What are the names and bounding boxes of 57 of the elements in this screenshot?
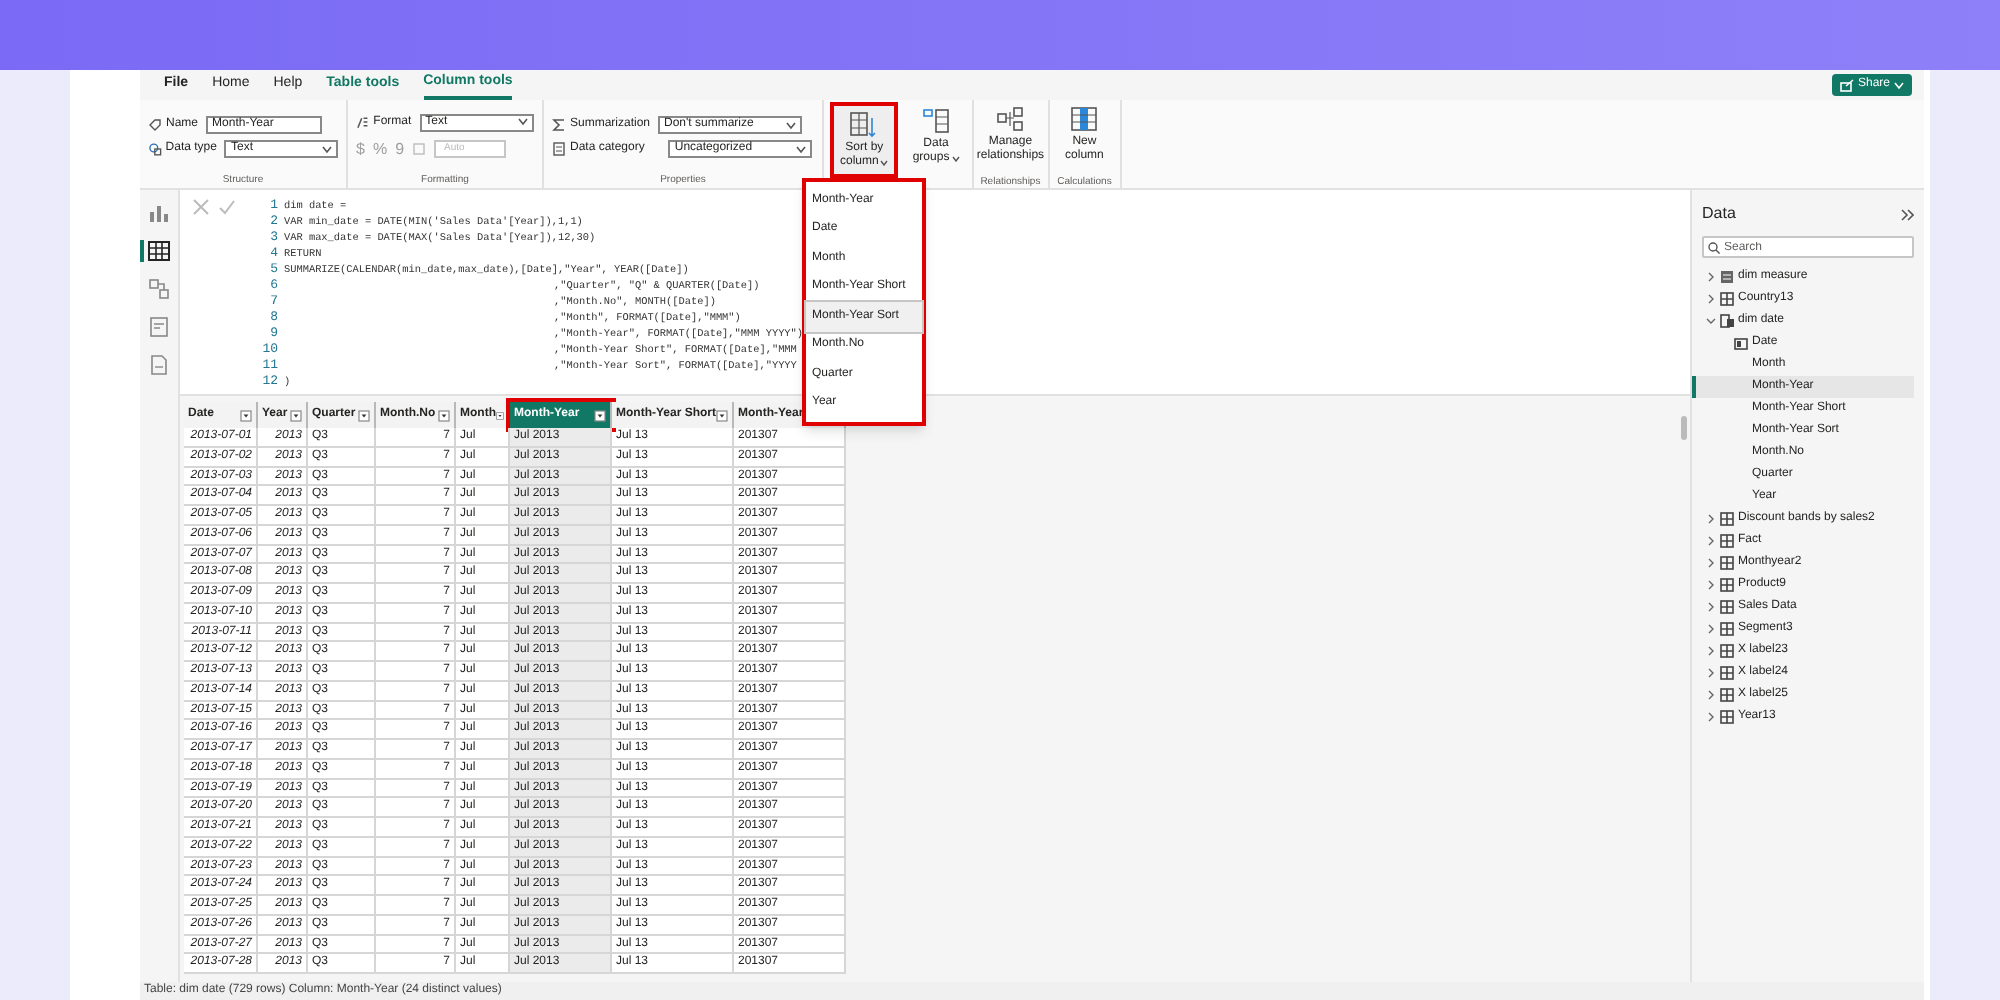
table-icon: [1720, 534, 1734, 548]
share-icon: [1839, 78, 1854, 92]
table-icon: [1720, 600, 1734, 614]
filter-dropdown-icon[interactable]: [496, 409, 504, 421]
tag-icon: [148, 118, 162, 132]
chevron-right-icon[interactable]: [1706, 602, 1716, 612]
chevron-right-icon[interactable]: [1706, 558, 1716, 568]
table-icon: [1720, 578, 1734, 592]
filter-dropdown-icon[interactable]: [716, 409, 728, 421]
category-icon: [552, 142, 566, 156]
pane-title: Data: [1702, 202, 1736, 226]
collapse-pane-icon[interactable]: [1900, 207, 1914, 221]
calendar-table-icon: [1720, 314, 1734, 328]
table-icon: [1720, 666, 1734, 680]
filter-dropdown-icon[interactable]: [358, 409, 370, 421]
chevron-down-icon: [1894, 81, 1904, 89]
filter-dropdown-icon[interactable]: [240, 409, 252, 421]
chevron-down-icon[interactable]: [1706, 316, 1716, 326]
data-type-icon: [148, 142, 162, 156]
chevron-right-icon[interactable]: [1706, 646, 1716, 656]
calculator-icon: [1720, 270, 1734, 284]
scrollbar-thumb[interactable]: [1680, 416, 1688, 440]
chevron-right-icon[interactable]: [1706, 272, 1716, 282]
filter-dropdown-icon[interactable]: [594, 409, 606, 421]
table-icon: [1720, 644, 1734, 658]
filter-dropdown-icon[interactable]: [438, 409, 450, 421]
table-icon: [1720, 292, 1734, 306]
calendar-icon: [1734, 337, 1748, 349]
chevron-down-icon: [796, 145, 807, 153]
chevron-down-icon: [518, 118, 528, 126]
chevron-right-icon[interactable]: [1706, 690, 1716, 700]
sort-icon: [850, 112, 879, 138]
format-icon: [356, 115, 370, 129]
chevron-right-icon[interactable]: [1706, 624, 1716, 634]
chevron-right-icon[interactable]: [1706, 294, 1716, 304]
chevron-right-icon[interactable]: [1706, 668, 1716, 678]
chevron-down-icon: [880, 160, 889, 166]
table-icon: [1720, 556, 1734, 570]
sigma-icon: [552, 118, 566, 132]
new-column-icon: [1070, 106, 1099, 132]
chevron-down-icon: [951, 156, 960, 162]
chevron-right-icon[interactable]: [1706, 536, 1716, 546]
decimal-icon: [412, 142, 427, 156]
search-icon: [1708, 241, 1720, 253]
chevron-right-icon[interactable]: [1706, 712, 1716, 722]
relationships-icon: [996, 106, 1025, 132]
filter-dropdown-icon[interactable]: [290, 409, 302, 421]
table-icon: [1720, 710, 1734, 724]
data-groups-icon: [922, 108, 951, 134]
table-icon[interactable]: [139, 240, 169, 262]
chevron-down-icon: [786, 121, 797, 129]
chevron-down-icon: [322, 145, 332, 153]
table-icon: [1720, 512, 1734, 526]
table-icon: [1720, 688, 1734, 702]
chevron-right-icon[interactable]: [1706, 514, 1716, 524]
table-icon: [1720, 622, 1734, 636]
chevron-right-icon[interactable]: [1706, 580, 1716, 590]
